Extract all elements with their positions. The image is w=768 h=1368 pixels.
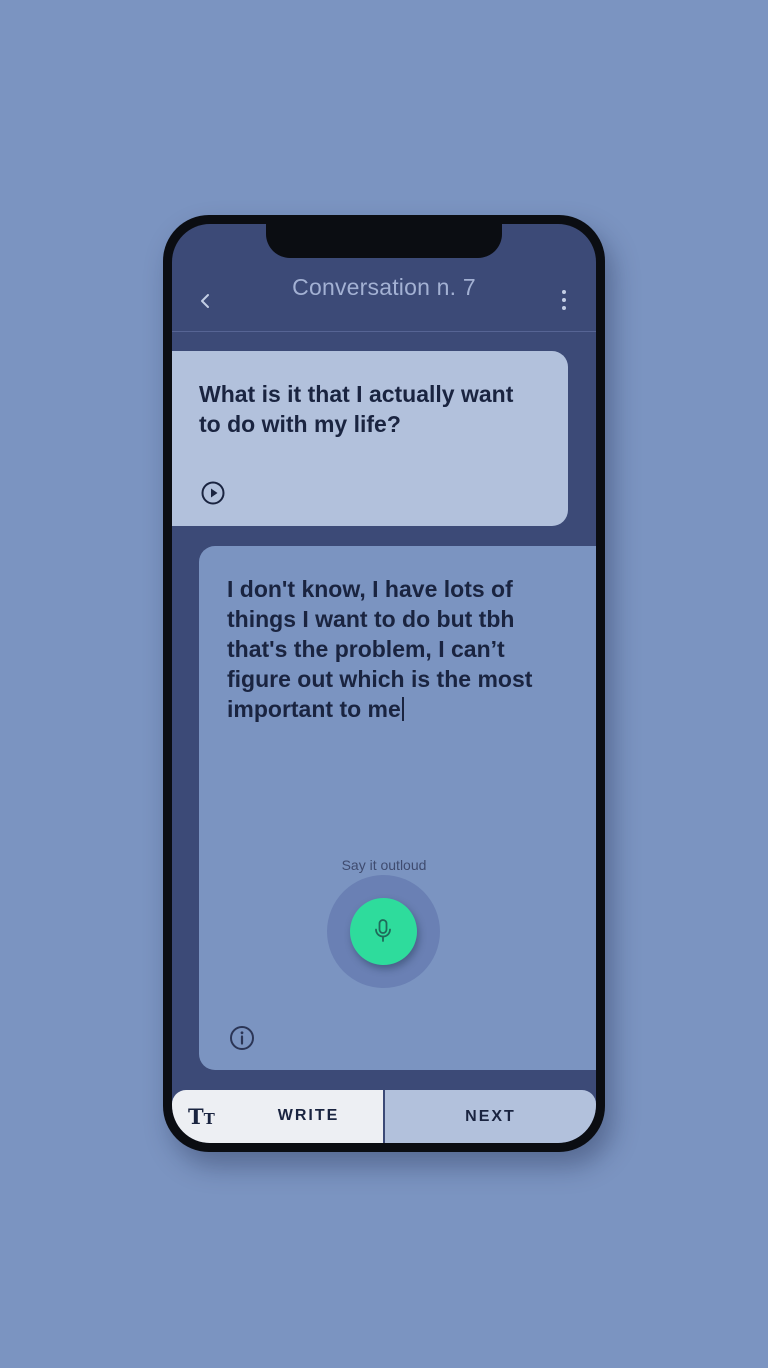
write-label: WRITE [277,1107,340,1124]
record-voice-button[interactable] [350,898,417,965]
write-button[interactable]: TT WRITE [172,1090,383,1143]
question-card: What is it that I actually want to do wi… [172,351,568,526]
info-button[interactable] [229,1025,255,1051]
chevron-left-icon [201,294,209,308]
text-cursor [401,697,404,721]
app-screen: Conversation n. 7 What is it that I actu… [172,224,596,1143]
back-button[interactable] [192,288,218,314]
bottom-action-bar: TT WRITE NEXT [172,1090,596,1143]
page-title: Conversation n. 7 [292,274,476,300]
more-vertical-icon [562,290,566,294]
answer-text: I don't know, I have lots of things I wa… [227,576,533,722]
answer-card[interactable]: I don't know, I have lots of things I wa… [199,546,596,1070]
next-label: NEXT [465,1108,516,1125]
voice-hint: Say it outloud [341,857,427,873]
next-button[interactable]: NEXT [385,1090,596,1143]
microphone-icon [375,919,391,942]
more-options-button[interactable] [552,287,576,315]
text-size-icon[interactable]: TT [188,1105,215,1131]
play-circle-icon [201,481,225,505]
question-text: What is it that I actually want to do wi… [199,381,514,437]
phone-frame: Conversation n. 7 What is it that I actu… [163,215,605,1152]
answer-text-area[interactable]: I don't know, I have lots of things I wa… [227,574,567,724]
play-button[interactable] [201,481,225,505]
info-circle-icon [230,1026,254,1050]
phone-notch [266,224,502,258]
